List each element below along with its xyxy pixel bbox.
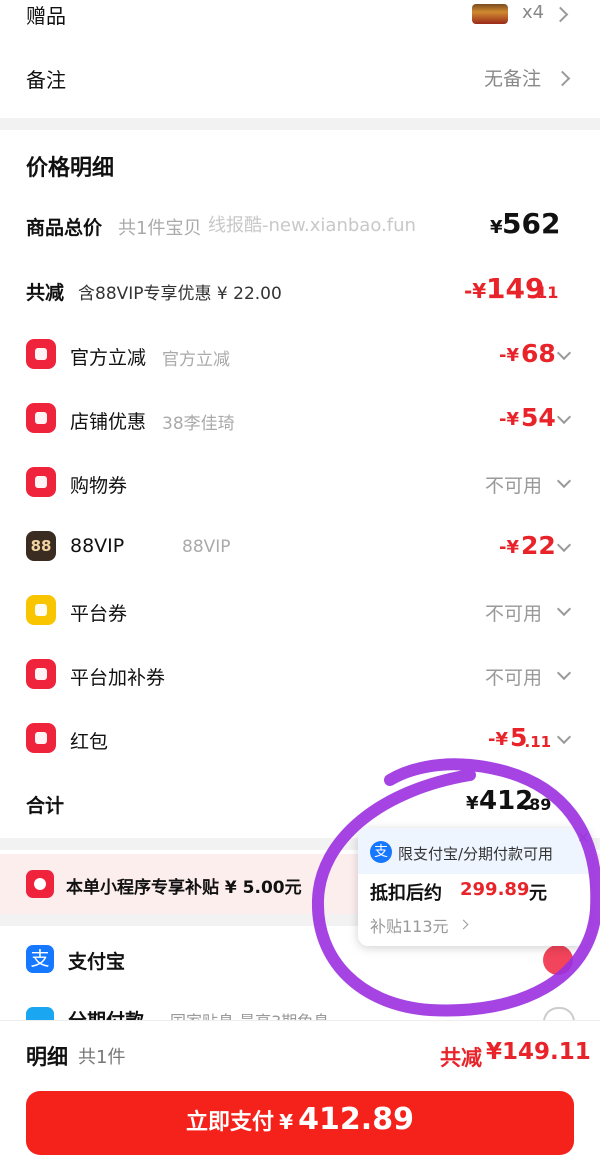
chevron-down-icon	[556, 409, 572, 425]
discount-amount: 22	[521, 531, 556, 560]
bottom-bar: 明细 共1件 共减 ¥149.11 立即支付 ¥ 412.89	[0, 1020, 600, 1167]
chevron-right-icon	[554, 70, 571, 87]
gift-thumbnail	[472, 4, 508, 24]
popup-main-amount: 299.89	[460, 879, 530, 900]
installment-sub: 国家贴息 最高3期免息	[170, 1008, 329, 1020]
discount-status: 不可用	[485, 603, 543, 625]
discount-row[interactable]: 88 88VIP 88VIP -¥ 22	[0, 527, 600, 567]
reduced-label: 共减	[26, 282, 65, 304]
total-sub: 共1件宝贝	[118, 218, 202, 239]
installment-radio[interactable]	[543, 1007, 575, 1020]
discount-label: 平台券	[70, 603, 128, 625]
discount-row[interactable]: 店铺优惠 38李佳琦 -¥ 54	[0, 399, 600, 439]
discount-row[interactable]: 平台加补券 不可用	[0, 655, 600, 695]
gift-label: 赠品	[26, 4, 66, 28]
coupon-icon	[26, 467, 56, 497]
reduced-prefix: -¥	[464, 279, 487, 303]
watermark-text: 线报酷-new.xianbao.fun	[208, 215, 416, 236]
installment-label: 分期付款	[68, 1006, 144, 1020]
pay-now-button[interactable]: 立即支付 ¥ 412.89	[26, 1091, 574, 1155]
discount-sub: 官方立减	[162, 350, 230, 370]
chevron-right-icon	[458, 919, 469, 930]
discount-status: 不可用	[485, 667, 543, 689]
chevron-down-icon	[556, 729, 572, 745]
discount-row[interactable]: 购物券 不可用	[0, 463, 600, 503]
bottom-reduced-amount: ¥149.11	[486, 1039, 591, 1065]
total-amount: 562	[502, 207, 561, 240]
note-value: 无备注	[484, 68, 542, 90]
close-icon[interactable]: ×	[577, 828, 590, 846]
chevron-down-icon	[556, 345, 572, 361]
popup-sub: 补贴113元	[370, 917, 449, 936]
subtotal-currency: ¥	[466, 793, 479, 814]
reduced-row: 共减 含88VIP专享优惠 ¥ 22.00 -¥ 149 .11	[0, 270, 600, 310]
lightning-icon	[26, 339, 56, 369]
platform-coupon-icon	[26, 595, 56, 625]
reduced-sub: 含88VIP专享优惠 ¥ 22.00	[78, 284, 282, 304]
note-row[interactable]: 备注 无备注	[0, 56, 600, 100]
subtotal-row: 合计 ¥ 412 .89	[0, 785, 600, 825]
installment-icon	[26, 1007, 54, 1020]
discount-prefix: -¥	[499, 537, 519, 558]
note-label: 备注	[26, 68, 66, 92]
reduced-dec: .11	[530, 283, 559, 302]
section-divider	[0, 118, 600, 130]
vip88-icon: 88	[26, 531, 56, 561]
discount-prefix: -¥	[488, 729, 508, 750]
discount-row[interactable]: 平台券 不可用	[0, 591, 600, 631]
alipay-icon: 支	[26, 945, 54, 973]
discount-label: 官方立减	[70, 347, 147, 369]
popup-main-suffix: 元	[529, 883, 547, 904]
discount-label: 平台加补券	[70, 667, 166, 689]
discount-sub: 88VIP	[182, 537, 231, 557]
chevron-down-icon	[556, 537, 572, 553]
subtotal-label: 合计	[26, 795, 65, 817]
chevron-down-icon	[556, 665, 572, 681]
price-section-title: 价格明细	[26, 156, 115, 181]
total-label: 商品总价	[26, 217, 103, 239]
chevron-right-icon	[552, 6, 569, 23]
discount-status: 不可用	[485, 475, 543, 497]
popup-main-prefix: 抵扣后约	[370, 883, 442, 904]
discount-amount: 54	[521, 403, 556, 432]
gift-row[interactable]: 赠品 x4	[0, 0, 600, 30]
alipay-label: 支付宝	[68, 951, 126, 973]
popup-header: 限支付宝/分期付款可用	[398, 845, 554, 863]
discount-sub: 38李佳琦	[162, 414, 235, 434]
discount-label: 购物券	[70, 475, 128, 497]
detail-label[interactable]: 明细	[26, 1041, 68, 1071]
discount-label: 店铺优惠	[70, 411, 147, 433]
pay-label: 立即支付	[186, 1110, 275, 1135]
miniapp-banner-text: 本单小程序专享补贴 ¥ 5.00元	[66, 878, 302, 898]
total-price-row: 商品总价 共1件宝贝 线报酷-new.xianbao.fun ¥ 562	[0, 205, 600, 245]
discount-decimal: .11	[524, 733, 552, 751]
subtotal-dec: .89	[523, 795, 552, 814]
payment-installment[interactable]: 分期付款 国家贴息 最高3期免息	[0, 1000, 600, 1020]
chevron-down-icon	[556, 473, 572, 489]
pay-currency: ¥	[279, 1110, 294, 1134]
discount-prefix: -¥	[499, 345, 519, 366]
discount-row[interactable]: 官方立减 官方立减 -¥ 68	[0, 335, 600, 375]
discount-label: 88VIP	[70, 535, 125, 557]
detail-count: 共1件	[78, 1047, 126, 1068]
discount-amount: 68	[521, 339, 556, 368]
total-currency: ¥	[490, 217, 503, 238]
subsidy-popup: 支 限支付宝/分期付款可用 × 抵扣后约 299.89 元 补贴113元	[358, 828, 590, 946]
gift-icon	[26, 659, 56, 689]
miniapp-icon	[26, 870, 54, 898]
discount-row[interactable]: 红包 -¥ 5.11	[0, 719, 600, 759]
alipay-icon: 支	[370, 841, 392, 863]
shop-icon	[26, 403, 56, 433]
discount-prefix: -¥	[499, 409, 519, 430]
bottom-reduced-label: 共减	[440, 1046, 482, 1070]
chevron-down-icon	[556, 601, 572, 617]
pay-amount: 412.89	[298, 1102, 414, 1137]
discount-label: 红包	[70, 731, 109, 753]
icon-label: 88	[30, 537, 52, 555]
red-packet-icon	[26, 723, 56, 753]
gift-qty: x4	[522, 2, 545, 23]
alipay-radio[interactable]	[543, 945, 573, 975]
